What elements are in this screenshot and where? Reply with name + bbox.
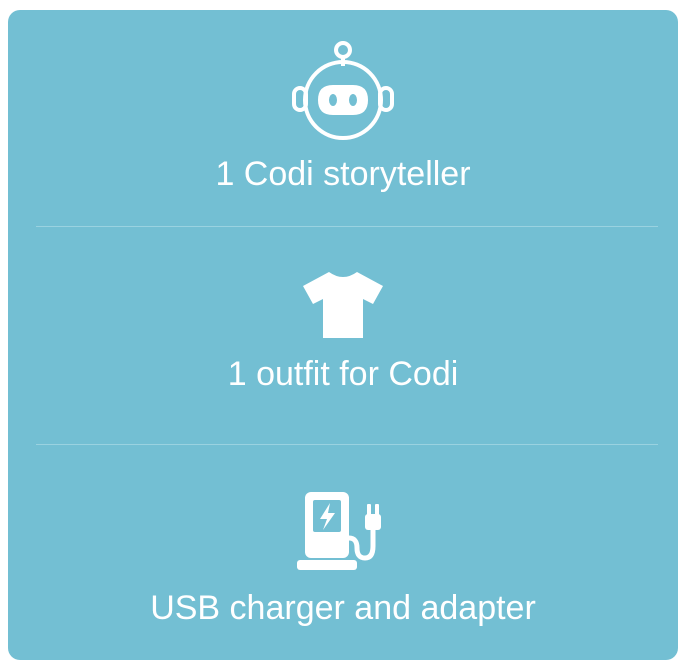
tshirt-icon	[303, 272, 383, 338]
robot-icon	[292, 41, 394, 140]
divider	[36, 444, 658, 445]
package-item-outfit: 1 outfit for Codi	[8, 270, 678, 394]
charging-station-icon	[297, 492, 381, 570]
package-contents-card: 1 Codi storyteller 1 outfit for Codi USB…	[8, 10, 678, 660]
item-label: 1 outfit for Codi	[227, 355, 459, 393]
package-item-charger: USB charger and adapter	[8, 488, 678, 628]
divider	[36, 226, 658, 227]
item-label: USB charger and adapter	[150, 589, 536, 627]
package-item-storyteller: 1 Codi storyteller	[8, 40, 678, 194]
item-label: 1 Codi storyteller	[215, 155, 471, 193]
